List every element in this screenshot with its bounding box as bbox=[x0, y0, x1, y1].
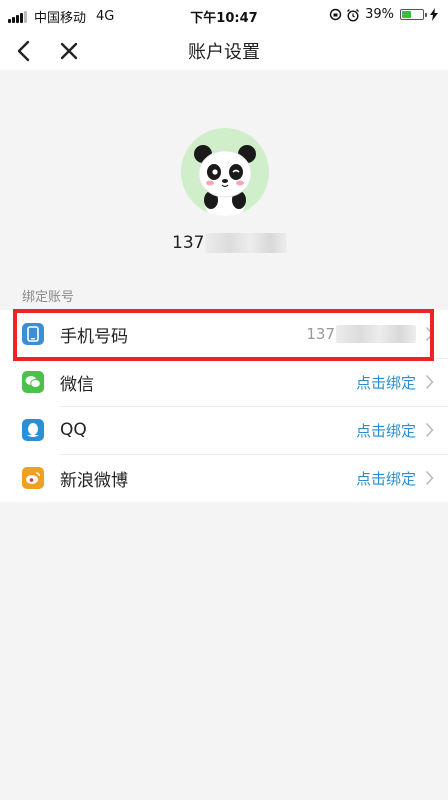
phone-icon bbox=[22, 323, 44, 345]
alarm-icon bbox=[347, 8, 360, 22]
masked-digits bbox=[205, 233, 288, 253]
chevron-right-icon bbox=[425, 470, 434, 486]
charging-icon bbox=[430, 8, 438, 21]
item-label: 新浪微博 bbox=[60, 470, 128, 491]
profile-section: 137 bbox=[0, 70, 448, 270]
chevron-right-icon bbox=[425, 326, 434, 342]
page-title: 账户设置 bbox=[188, 42, 260, 63]
list-item-phone[interactable]: 手机号码 137 bbox=[0, 310, 448, 358]
wechat-icon bbox=[22, 371, 44, 393]
qq-icon bbox=[22, 419, 44, 441]
section-label: 绑定账号 bbox=[22, 290, 75, 305]
bind-action[interactable]: 点击绑定 bbox=[356, 358, 416, 406]
account-phone-prefix: 137 bbox=[172, 233, 205, 253]
item-label: QQ bbox=[60, 420, 87, 440]
bound-accounts-list: 手机号码 137 微信 点击绑定 QQ 点击绑定 新浪微博 点击绑定 bbox=[0, 310, 448, 502]
item-value: 137 bbox=[306, 310, 416, 358]
nav-bar: 账户设置 bbox=[0, 30, 448, 70]
battery-percent: 39% bbox=[365, 7, 394, 22]
avatar[interactable] bbox=[181, 128, 269, 216]
item-label: 微信 bbox=[60, 374, 94, 395]
list-item-weibo[interactable]: 新浪微博 点击绑定 bbox=[0, 454, 448, 502]
battery-fill bbox=[402, 11, 411, 18]
chevron-right-icon bbox=[425, 422, 434, 438]
account-phone: 137 bbox=[172, 233, 288, 253]
list-item-qq[interactable]: QQ 点击绑定 bbox=[0, 406, 448, 454]
bind-action[interactable]: 点击绑定 bbox=[356, 454, 416, 502]
chevron-right-icon bbox=[425, 374, 434, 390]
list-item-wechat[interactable]: 微信 点击绑定 bbox=[0, 358, 448, 406]
item-label: 手机号码 bbox=[60, 326, 128, 347]
bind-action[interactable]: 点击绑定 bbox=[356, 406, 416, 454]
weibo-icon bbox=[22, 467, 44, 489]
rotation-lock-icon bbox=[329, 8, 342, 21]
masked-digits bbox=[336, 325, 416, 343]
battery-icon bbox=[400, 9, 427, 20]
panda-avatar-icon bbox=[194, 145, 256, 216]
status-bar: 中国移动 4G 下午10:47 39% bbox=[0, 0, 448, 30]
